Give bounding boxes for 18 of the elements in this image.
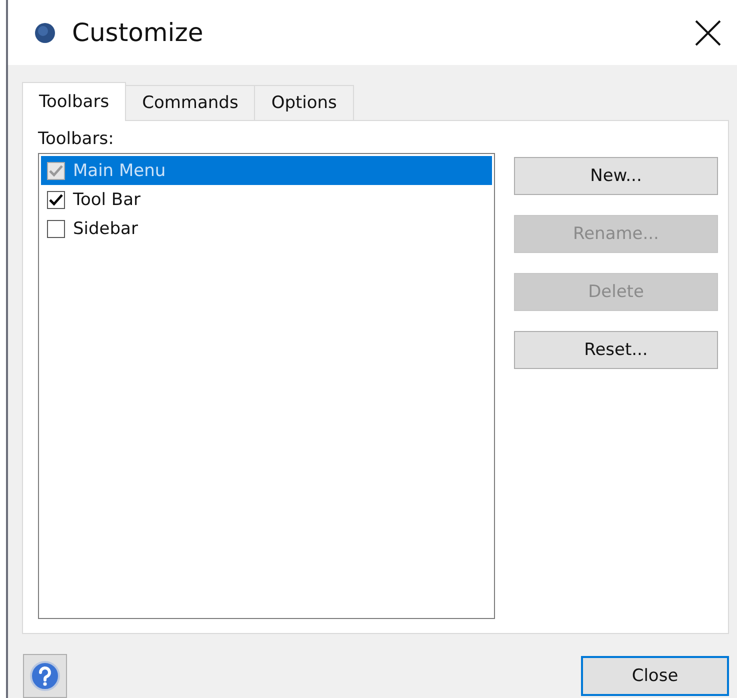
help-icon bbox=[29, 660, 61, 692]
close-button[interactable]: Close bbox=[581, 656, 729, 696]
help-button[interactable] bbox=[23, 654, 67, 698]
item-label: Main Menu bbox=[73, 160, 166, 180]
tab[interactable]: Toolbars bbox=[22, 82, 126, 121]
close-icon[interactable] bbox=[695, 20, 721, 46]
action-button[interactable]: Reset... bbox=[514, 331, 718, 369]
list-item[interactable]: Tool Bar bbox=[41, 185, 492, 214]
app-icon bbox=[34, 22, 56, 44]
window-title: Customize bbox=[72, 18, 204, 47]
item-label: Tool Bar bbox=[73, 190, 140, 210]
tab[interactable]: Options bbox=[254, 85, 354, 121]
list-label: Toolbars: bbox=[38, 129, 115, 149]
item-label: Sidebar bbox=[73, 218, 138, 238]
checkbox[interactable] bbox=[47, 190, 65, 208]
list-item[interactable]: Sidebar bbox=[41, 214, 492, 243]
checkbox[interactable] bbox=[47, 220, 65, 238]
action-button[interactable]: New... bbox=[514, 157, 718, 195]
